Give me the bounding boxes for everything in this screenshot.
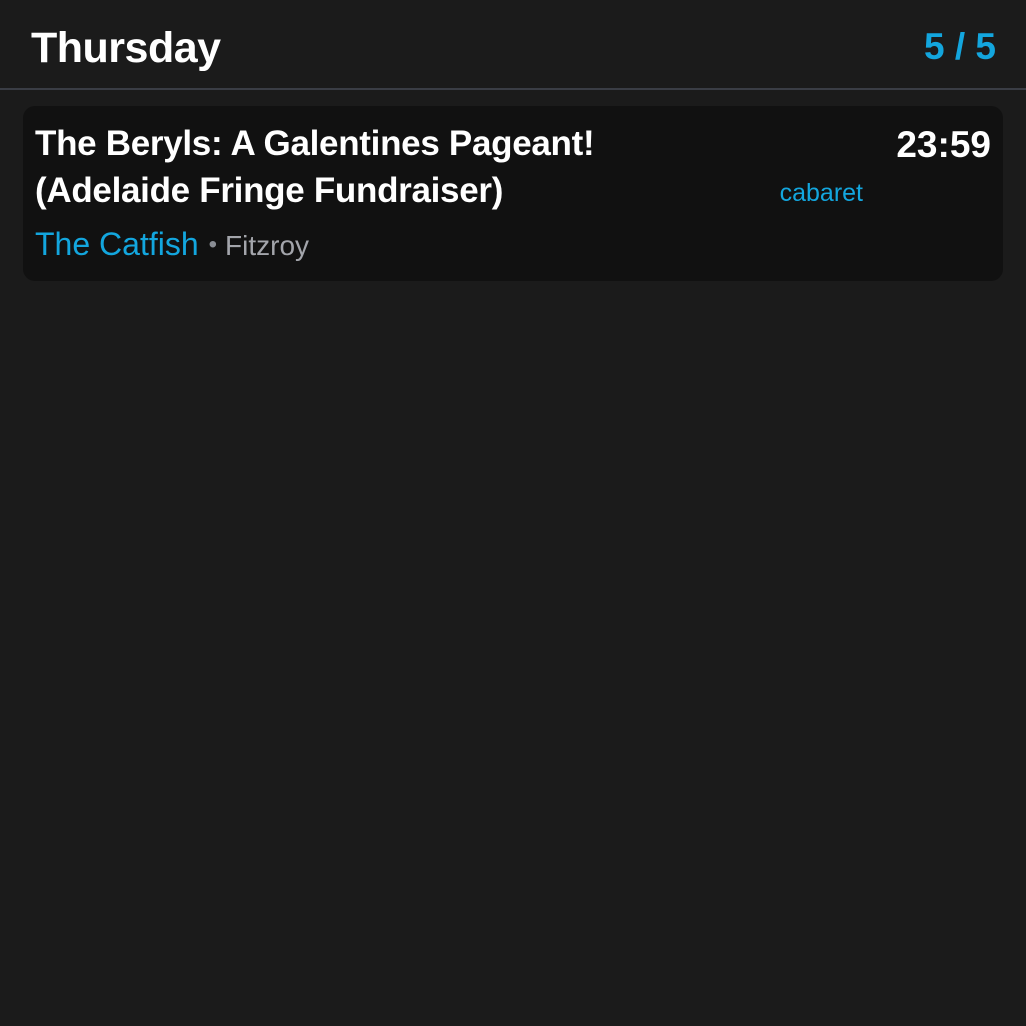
event-card[interactable]: The Beryls: A Galentines Pageant! (Adela… (23, 106, 1003, 281)
venue-link[interactable]: The Catfish (35, 226, 199, 262)
day-view: Thursday 5 / 5 The Beryls: A Galentines … (0, 0, 1026, 1026)
event-title: The Beryls: A Galentines Pageant! (Adela… (35, 124, 595, 210)
location-separator: • (208, 231, 218, 258)
event-counter: 5 / 5 (924, 26, 996, 67)
day-title: Thursday (31, 24, 221, 72)
suburb-label: Fitzroy (225, 230, 310, 261)
event-time: 23:59 (896, 124, 991, 165)
day-header: Thursday 5 / 5 (0, 0, 1026, 90)
event-genre-tag: cabaret (779, 179, 863, 207)
event-location: The Catfish • Fitzroy (35, 224, 309, 271)
